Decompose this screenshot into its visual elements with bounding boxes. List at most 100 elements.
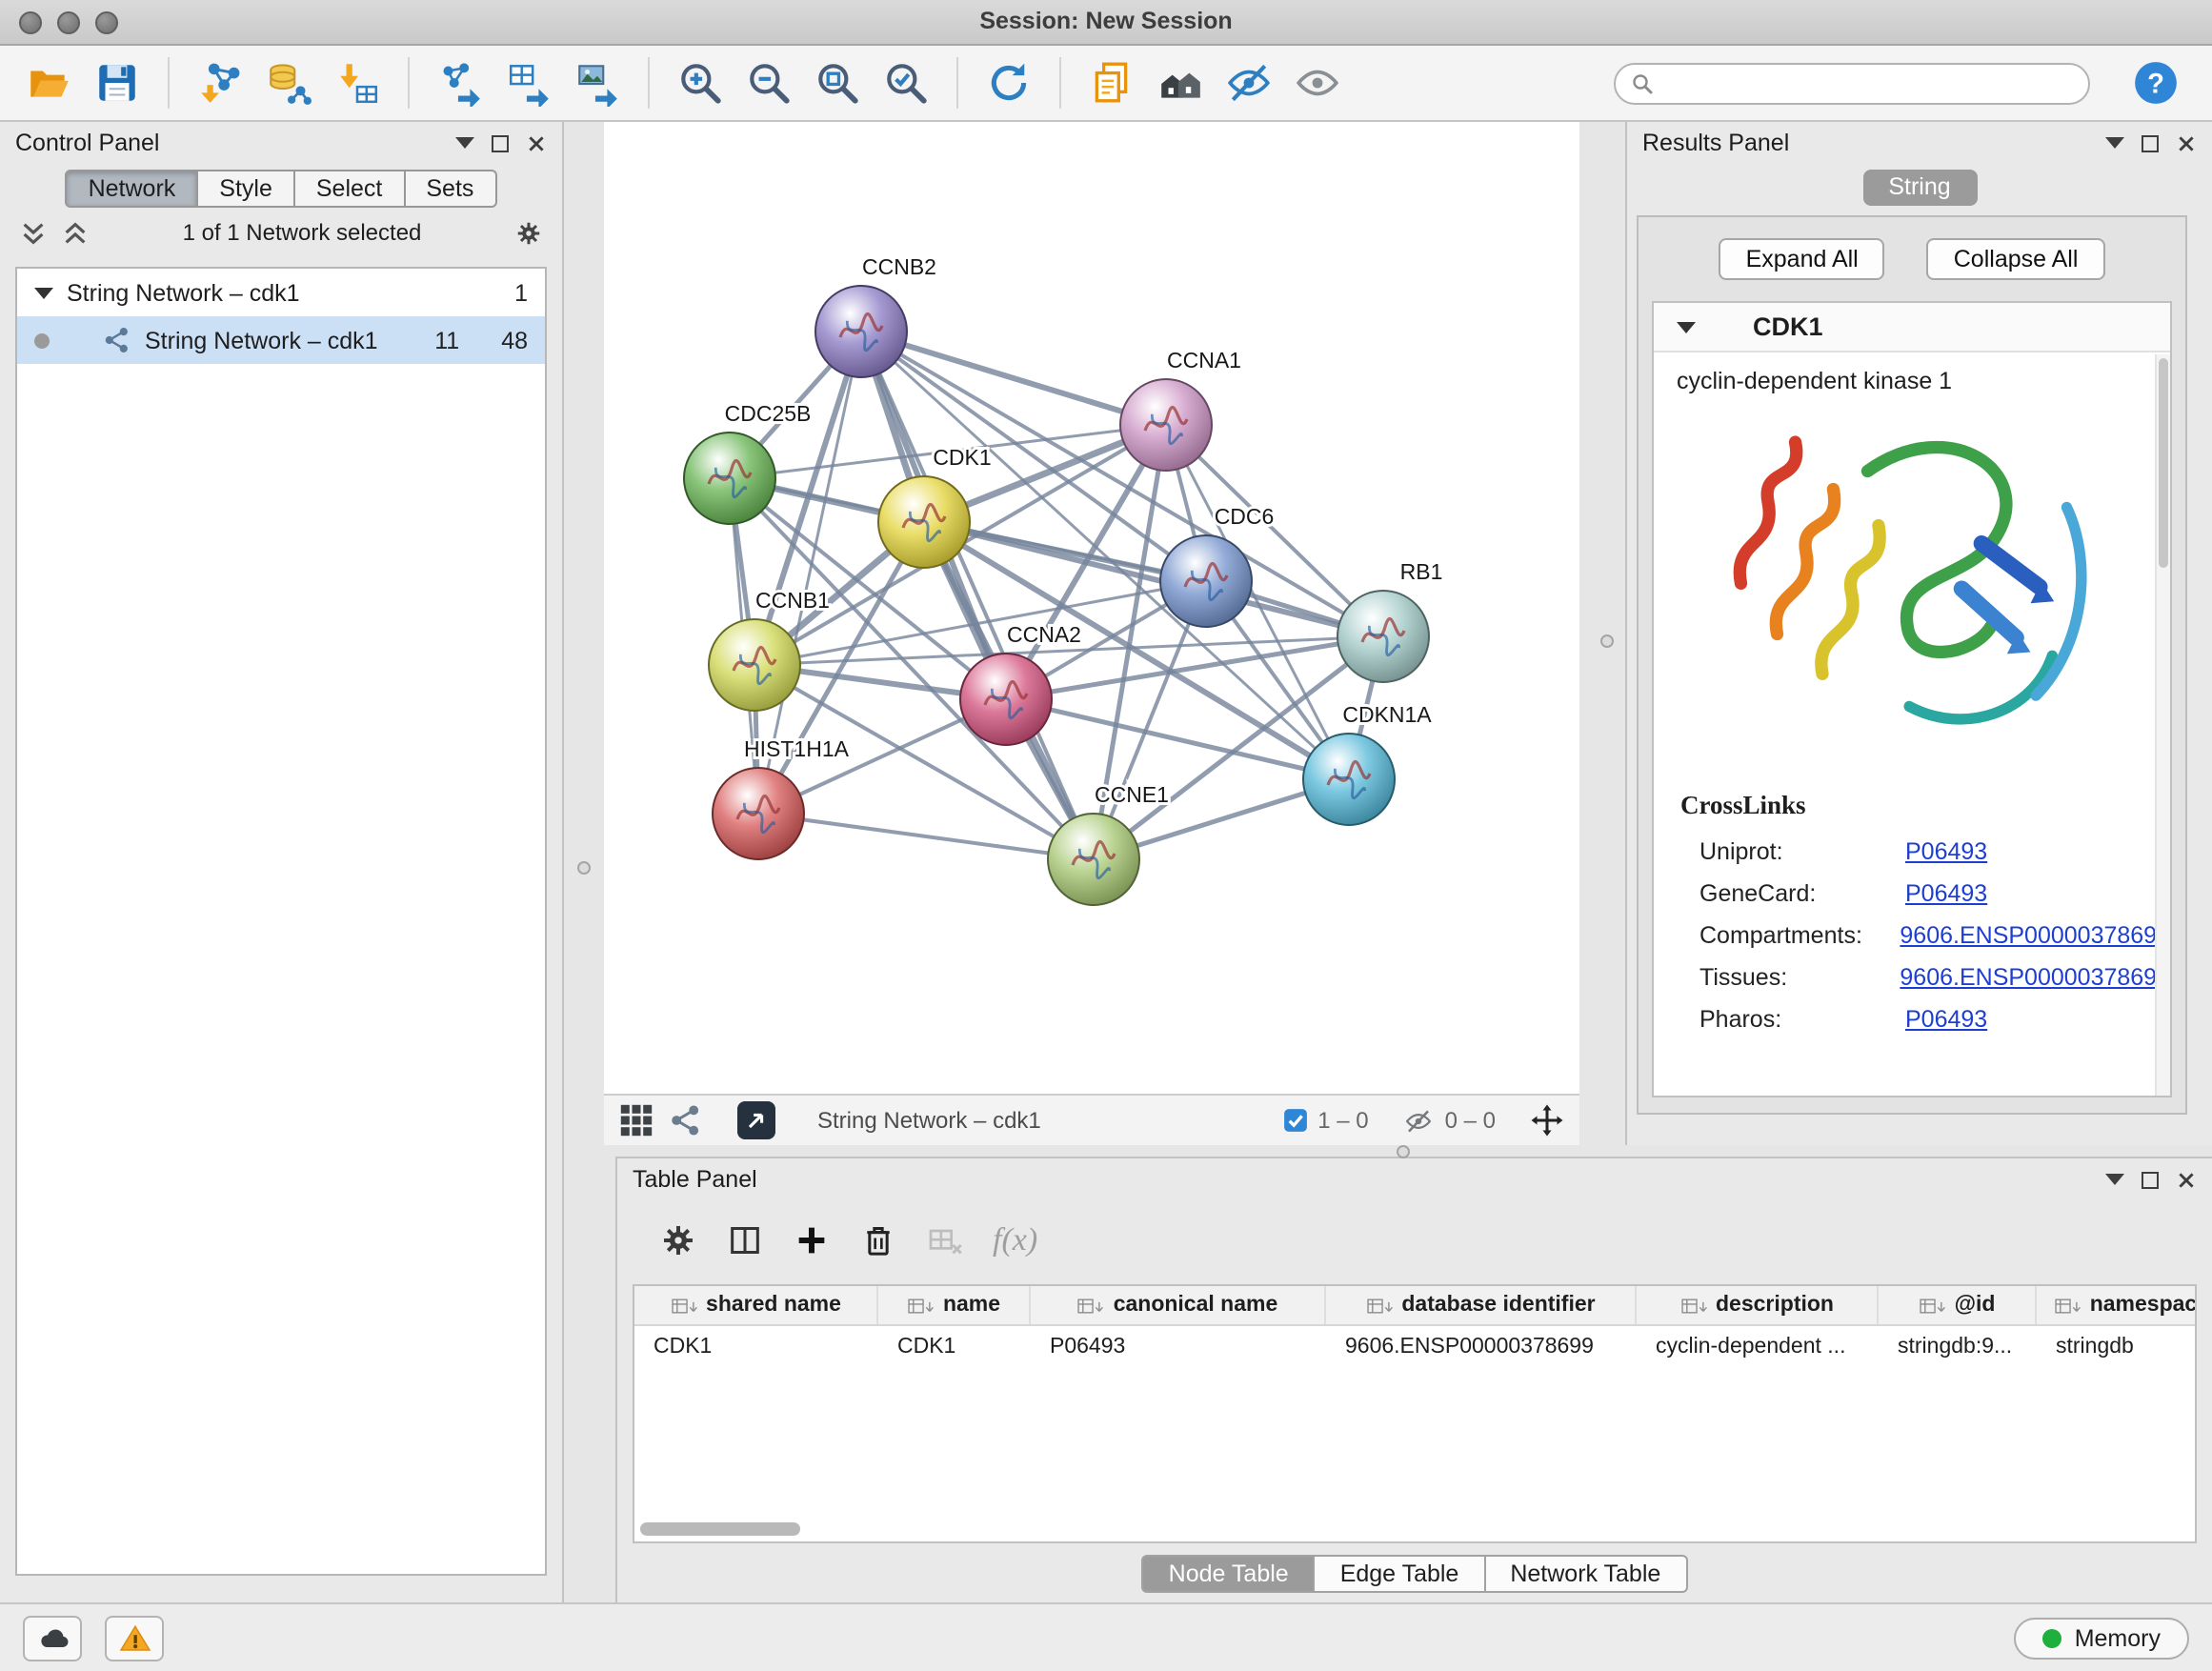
table-tab-edge-table[interactable]: Edge Table	[1316, 1555, 1486, 1593]
crosslink-link[interactable]: 9606.ENSP00000378699	[1900, 964, 2170, 991]
zoom-fit-button[interactable]	[808, 53, 867, 112]
cloud-button[interactable]	[23, 1615, 82, 1661]
show-all-button[interactable]	[1288, 53, 1347, 112]
expand-all-icon[interactable]	[19, 218, 48, 247]
network-node-cdc6[interactable]: CDC6	[1160, 504, 1274, 627]
network-collection-row[interactable]: String Network – cdk1 1	[17, 269, 545, 316]
control-panel-tab-sets[interactable]: Sets	[405, 170, 496, 208]
protein-card-header[interactable]: CDK1	[1654, 303, 2170, 352]
hidden-eye-slash-icon[interactable]	[1403, 1106, 1436, 1135]
control-panel-tab-select[interactable]: Select	[295, 170, 406, 208]
hide-selected-button[interactable]	[1219, 53, 1278, 112]
crosslink-link[interactable]: P06493	[1905, 838, 1987, 865]
delete-column-trash-icon[interactable]	[859, 1220, 897, 1258]
gear-icon[interactable]	[514, 218, 543, 247]
open-session-button[interactable]	[19, 53, 78, 112]
import-table-button[interactable]	[328, 53, 387, 112]
column-header-canonical-name[interactable]: canonical name	[1031, 1286, 1326, 1324]
table-cell-namespac[interactable]: stringdb	[2037, 1335, 2197, 1358]
pan-crosshair-icon[interactable]	[1530, 1103, 1564, 1137]
network-row-selected[interactable]: String Network – cdk1 11 48	[17, 316, 545, 364]
column-header-shared-name[interactable]: shared name	[634, 1286, 878, 1324]
zoom-in-button[interactable]	[671, 53, 730, 112]
network-edge[interactable]	[861, 332, 1094, 859]
collapse-panel-icon[interactable]	[2105, 1174, 2124, 1185]
network-node-hist1h1a[interactable]: HIST1H1A	[713, 736, 850, 859]
column-header-description[interactable]: description	[1637, 1286, 1879, 1324]
card-scrollbar[interactable]	[2155, 354, 2170, 1096]
column-header-id[interactable]: @id	[1879, 1286, 2037, 1324]
column-header-database-identifier[interactable]: database identifier	[1326, 1286, 1637, 1324]
disclosure-triangle-icon[interactable]	[34, 287, 53, 298]
network-node-cdc25b[interactable]: CDC25B	[684, 401, 811, 524]
left-splitter-handle[interactable]	[577, 861, 591, 875]
float-panel-icon[interactable]	[492, 134, 509, 151]
card-scrollbar-thumb[interactable]	[2159, 358, 2168, 568]
export-network-button[interactable]	[431, 53, 490, 112]
table-tab-network-table[interactable]: Network Table	[1485, 1555, 1687, 1593]
network-edge[interactable]	[924, 522, 1383, 636]
table-cell-id[interactable]: stringdb:9...	[1879, 1335, 2037, 1358]
network-node-rb1[interactable]: RB1	[1337, 559, 1442, 682]
column-header-namespac[interactable]: namespac	[2037, 1286, 2197, 1324]
float-panel-icon[interactable]	[2142, 134, 2159, 151]
home-networks-button[interactable]	[1151, 53, 1210, 112]
warnings-button[interactable]	[105, 1615, 164, 1661]
column-header-name[interactable]: name	[878, 1286, 1031, 1324]
network-edge[interactable]	[1006, 699, 1349, 779]
table-hscrollbar-thumb[interactable]	[640, 1522, 800, 1536]
duplicate-documents-button[interactable]	[1082, 53, 1141, 112]
zoom-selected-button[interactable]	[876, 53, 935, 112]
network-node-cdkn1a[interactable]: CDKN1A	[1303, 702, 1432, 825]
collapse-panel-icon[interactable]	[2105, 137, 2124, 149]
network-view[interactable]: CCNB2CCNA1CDC25BCDK1CDC6RB1CCNB1CCNA2CDK…	[604, 122, 1579, 1094]
network-edge[interactable]	[861, 332, 1166, 425]
table-cell-database-identifier[interactable]: 9606.ENSP00000378699	[1326, 1335, 1637, 1358]
close-panel-icon[interactable]	[2176, 132, 2197, 153]
collapse-panel-icon[interactable]	[455, 137, 474, 149]
zoom-out-button[interactable]	[739, 53, 798, 112]
crosslink-link[interactable]: 9606.ENSP00000378699	[1900, 922, 2170, 949]
table-cell-canonical-name[interactable]: P06493	[1031, 1335, 1326, 1358]
network-graph[interactable]: CCNB2CCNA1CDC25BCDK1CDC6RB1CCNB1CCNA2CDK…	[604, 122, 1579, 1094]
network-edge[interactable]	[758, 814, 1094, 859]
collapse-all-icon[interactable]	[61, 218, 90, 247]
show-columns-icon[interactable]	[726, 1220, 764, 1258]
network-node-ccnb2[interactable]: CCNB2	[815, 254, 936, 377]
collapse-all-button[interactable]: Collapse All	[1927, 238, 2105, 280]
node-table[interactable]: shared namenamecanonical namedatabase id…	[633, 1284, 2197, 1543]
apply-layout-button[interactable]	[979, 53, 1038, 112]
open-in-new-window-button[interactable]	[737, 1101, 775, 1139]
network-node-ccna1[interactable]: CCNA1	[1120, 348, 1241, 471]
birdseye-grid-icon[interactable]	[619, 1103, 654, 1137]
bottom-splitter-handle[interactable]	[1397, 1145, 1410, 1158]
float-panel-icon[interactable]	[2142, 1171, 2159, 1188]
table-cell-shared-name[interactable]: CDK1	[634, 1335, 878, 1358]
close-panel-icon[interactable]	[2176, 1169, 2197, 1190]
search-field[interactable]	[1614, 62, 2090, 104]
control-panel-tab-network[interactable]: Network	[66, 170, 199, 208]
network-glyph-icon[interactable]	[669, 1103, 703, 1137]
results-tab-string[interactable]: String	[1862, 170, 1977, 206]
network-node-ccnb1[interactable]: CCNB1	[709, 588, 830, 711]
memory-button[interactable]: Memory	[2014, 1617, 2189, 1659]
crosslink-link[interactable]: P06493	[1905, 1006, 1987, 1033]
selected-checkbox-icon[interactable]	[1281, 1107, 1308, 1134]
search-input[interactable]	[1663, 70, 2073, 96]
table-cell-description[interactable]: cyclin-dependent ...	[1637, 1335, 1879, 1358]
table-tab-node-table[interactable]: Node Table	[1142, 1555, 1316, 1593]
table-cell-name[interactable]: CDK1	[878, 1335, 1031, 1358]
disclosure-triangle-icon[interactable]	[1677, 321, 1696, 332]
import-network-database-button[interactable]	[259, 53, 318, 112]
expand-all-button[interactable]: Expand All	[1719, 238, 1885, 280]
crosslink-link[interactable]: P06493	[1905, 880, 1987, 907]
export-image-button[interactable]	[568, 53, 627, 112]
right-splitter-handle[interactable]	[1600, 634, 1614, 648]
import-network-file-button[interactable]	[191, 53, 250, 112]
close-panel-icon[interactable]	[526, 132, 547, 153]
export-table-button[interactable]	[499, 53, 558, 112]
table-settings-gear-icon[interactable]	[659, 1220, 697, 1258]
add-column-plus-icon[interactable]	[793, 1220, 831, 1258]
help-button[interactable]: ?	[2126, 53, 2185, 112]
control-panel-tab-style[interactable]: Style	[198, 170, 295, 208]
